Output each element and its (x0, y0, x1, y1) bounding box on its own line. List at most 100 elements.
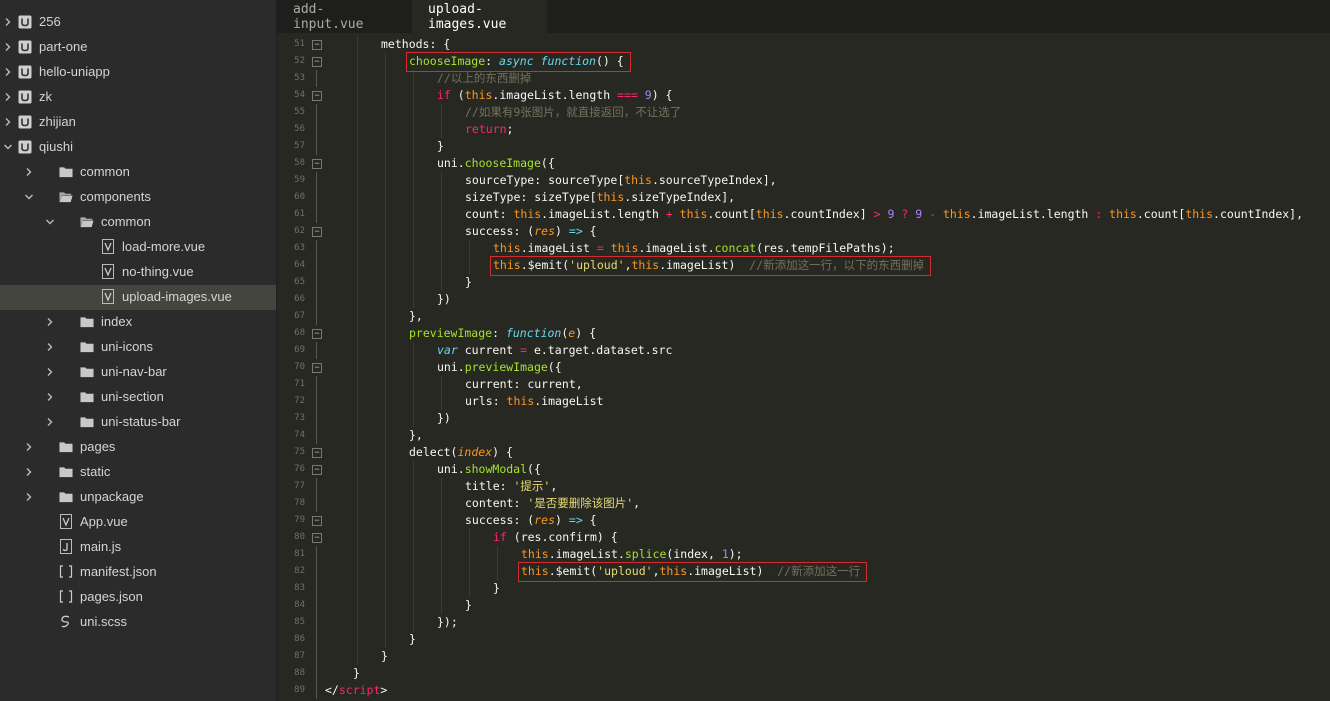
code-line[interactable]: 63 this.imageList = this.imageList.concat… (277, 240, 1330, 257)
chevron-right-icon[interactable] (3, 40, 13, 54)
fold-toggle-icon[interactable]: − (312, 533, 322, 543)
tree-item[interactable]: uni.scss (0, 610, 276, 635)
code-token: async (499, 54, 534, 68)
fold-toggle-icon[interactable]: − (312, 91, 322, 101)
code-editor[interactable]: add-input.vue upload-images.vue 51− method… (277, 0, 1330, 701)
fold-toggle-icon[interactable]: − (312, 465, 322, 475)
code-line[interactable]: 51− methods: { (277, 36, 1330, 53)
code-line[interactable]: 77 title: '提示', (277, 478, 1330, 495)
chevron-right-icon[interactable] (45, 315, 55, 329)
tree-item[interactable]: uni-section (0, 385, 276, 410)
tree-item[interactable]: pages (0, 435, 276, 460)
code-line[interactable]: 60 sizeType: sizeType[this.sizeTypeIndex]… (277, 189, 1330, 206)
code-line[interactable]: 53 //以上的东西删掉 (277, 70, 1330, 87)
code-line[interactable]: 73}) (277, 410, 1330, 427)
code-line[interactable]: 56 return; (277, 121, 1330, 138)
fold-toggle-icon[interactable]: − (312, 227, 322, 237)
code-line[interactable]: 54− if (this.imageList.length === 9) { (277, 87, 1330, 104)
chevron-right-icon[interactable] (3, 115, 13, 129)
chevron-right-icon[interactable] (3, 90, 13, 104)
code-line[interactable]: 87} (277, 648, 1330, 665)
code-line[interactable]: 83} (277, 580, 1330, 597)
code-line[interactable]: 74}, (277, 427, 1330, 444)
code-line[interactable]: 52− chooseImage: async function() { (277, 53, 1330, 70)
code-line[interactable]: 78 content: '是否要删除该图片', (277, 495, 1330, 512)
tree-item[interactable]: main.js (0, 535, 276, 560)
code-line[interactable]: 75− delect(index) { (277, 444, 1330, 461)
code-line[interactable]: 65} (277, 274, 1330, 291)
tree-item[interactable]: index (0, 310, 276, 335)
tree-item[interactable]: part-one (0, 35, 276, 60)
editor-tab[interactable]: upload-images.vue (412, 0, 547, 33)
code-line[interactable]: 55 //如果有9张图片，就直接返回，不让选了 (277, 104, 1330, 121)
code-line[interactable]: 67}, (277, 308, 1330, 325)
tree-item[interactable]: manifest.json (0, 560, 276, 585)
editor-tab[interactable]: add-input.vue (277, 0, 402, 33)
fold-toggle-icon[interactable]: − (312, 40, 322, 50)
tree-item[interactable]: uni-status-bar (0, 410, 276, 435)
code-area[interactable]: 51− methods: {52− chooseImage: async funct… (277, 36, 1330, 701)
code-line[interactable]: 76− uni.showModal({ (277, 461, 1330, 478)
code-line[interactable]: 80− if (res.confirm) { (277, 529, 1330, 546)
code-line[interactable]: 85}); (277, 614, 1330, 631)
fold-toggle-icon[interactable]: − (312, 159, 322, 169)
code-line[interactable]: 69 var current = e.target.dataset.src (277, 342, 1330, 359)
tree-item[interactable]: 256 (0, 10, 276, 35)
tree-item[interactable]: App.vue (0, 510, 276, 535)
code-line[interactable]: 71 current: current, (277, 376, 1330, 393)
chevron-down-icon[interactable] (24, 190, 34, 204)
tree-item[interactable]: unpackage (0, 485, 276, 510)
fold-toggle-icon[interactable]: − (312, 363, 322, 373)
code-line[interactable]: 79− success: (res) => { (277, 512, 1330, 529)
code-line[interactable]: 58− uni.chooseImage({ (277, 155, 1330, 172)
fold-toggle-icon[interactable]: − (312, 329, 322, 339)
tree-item[interactable]: uni-nav-bar (0, 360, 276, 385)
code-line[interactable]: 57} (277, 138, 1330, 155)
chevron-right-icon[interactable] (24, 490, 34, 504)
tree-item[interactable]: components (0, 185, 276, 210)
chevron-right-icon[interactable] (45, 365, 55, 379)
chevron-right-icon[interactable] (24, 440, 34, 454)
code-line[interactable]: 88} (277, 665, 1330, 682)
code-line[interactable]: 62− success: (res) => { (277, 223, 1330, 240)
tree-item[interactable]: static (0, 460, 276, 485)
indent-guide (385, 257, 386, 274)
code-line[interactable]: 72 urls: this.imageList (277, 393, 1330, 410)
chevron-down-icon[interactable] (3, 140, 13, 154)
chevron-right-icon[interactable] (45, 390, 55, 404)
tree-item[interactable]: common (0, 160, 276, 185)
chevron-right-icon[interactable] (45, 340, 55, 354)
tree-item[interactable]: qiushi (0, 135, 276, 160)
fold-guide (316, 563, 317, 580)
code-line[interactable]: 82 this.$emit('uploud',this.imageList) //… (277, 563, 1330, 580)
chevron-right-icon[interactable] (45, 415, 55, 429)
tree-item[interactable]: pages.json (0, 585, 276, 610)
code-line[interactable]: 66}) (277, 291, 1330, 308)
code-line[interactable]: 68− previewImage: function(e) { (277, 325, 1330, 342)
code-line[interactable]: 59 sourceType: sourceType[this.sourceType… (277, 172, 1330, 189)
code-line[interactable]: 89 </script> (277, 682, 1330, 699)
tree-item[interactable]: hello-uniapp (0, 60, 276, 85)
tree-item[interactable]: uni-icons (0, 335, 276, 360)
code-token: 1 (721, 547, 729, 561)
tree-item[interactable]: load-more.vue (0, 235, 276, 260)
chevron-down-icon[interactable] (45, 215, 55, 229)
chevron-right-icon[interactable] (3, 65, 13, 79)
fold-toggle-icon[interactable]: − (312, 516, 322, 526)
chevron-right-icon[interactable] (24, 165, 34, 179)
code-line[interactable]: 81 this.imageList.splice(index, 1); (277, 546, 1330, 563)
tree-item[interactable]: common (0, 210, 276, 235)
code-line[interactable]: 84} (277, 597, 1330, 614)
code-line[interactable]: 61 count: this.imageList.length + this.co… (277, 206, 1330, 223)
tree-item[interactable]: zhijian (0, 110, 276, 135)
fold-toggle-icon[interactable]: − (312, 448, 322, 458)
fold-toggle-icon[interactable]: − (312, 57, 322, 67)
code-line[interactable]: 70− uni.previewImage({ (277, 359, 1330, 376)
tree-item[interactable]: upload-images.vue (0, 284, 276, 310)
tree-item[interactable]: no-thing.vue (0, 260, 276, 285)
code-line[interactable]: 86} (277, 631, 1330, 648)
code-line[interactable]: 64 this.$emit('uploud',this.imageList) //… (277, 257, 1330, 274)
chevron-right-icon[interactable] (3, 15, 13, 29)
tree-item[interactable]: zk (0, 85, 276, 110)
chevron-right-icon[interactable] (24, 465, 34, 479)
